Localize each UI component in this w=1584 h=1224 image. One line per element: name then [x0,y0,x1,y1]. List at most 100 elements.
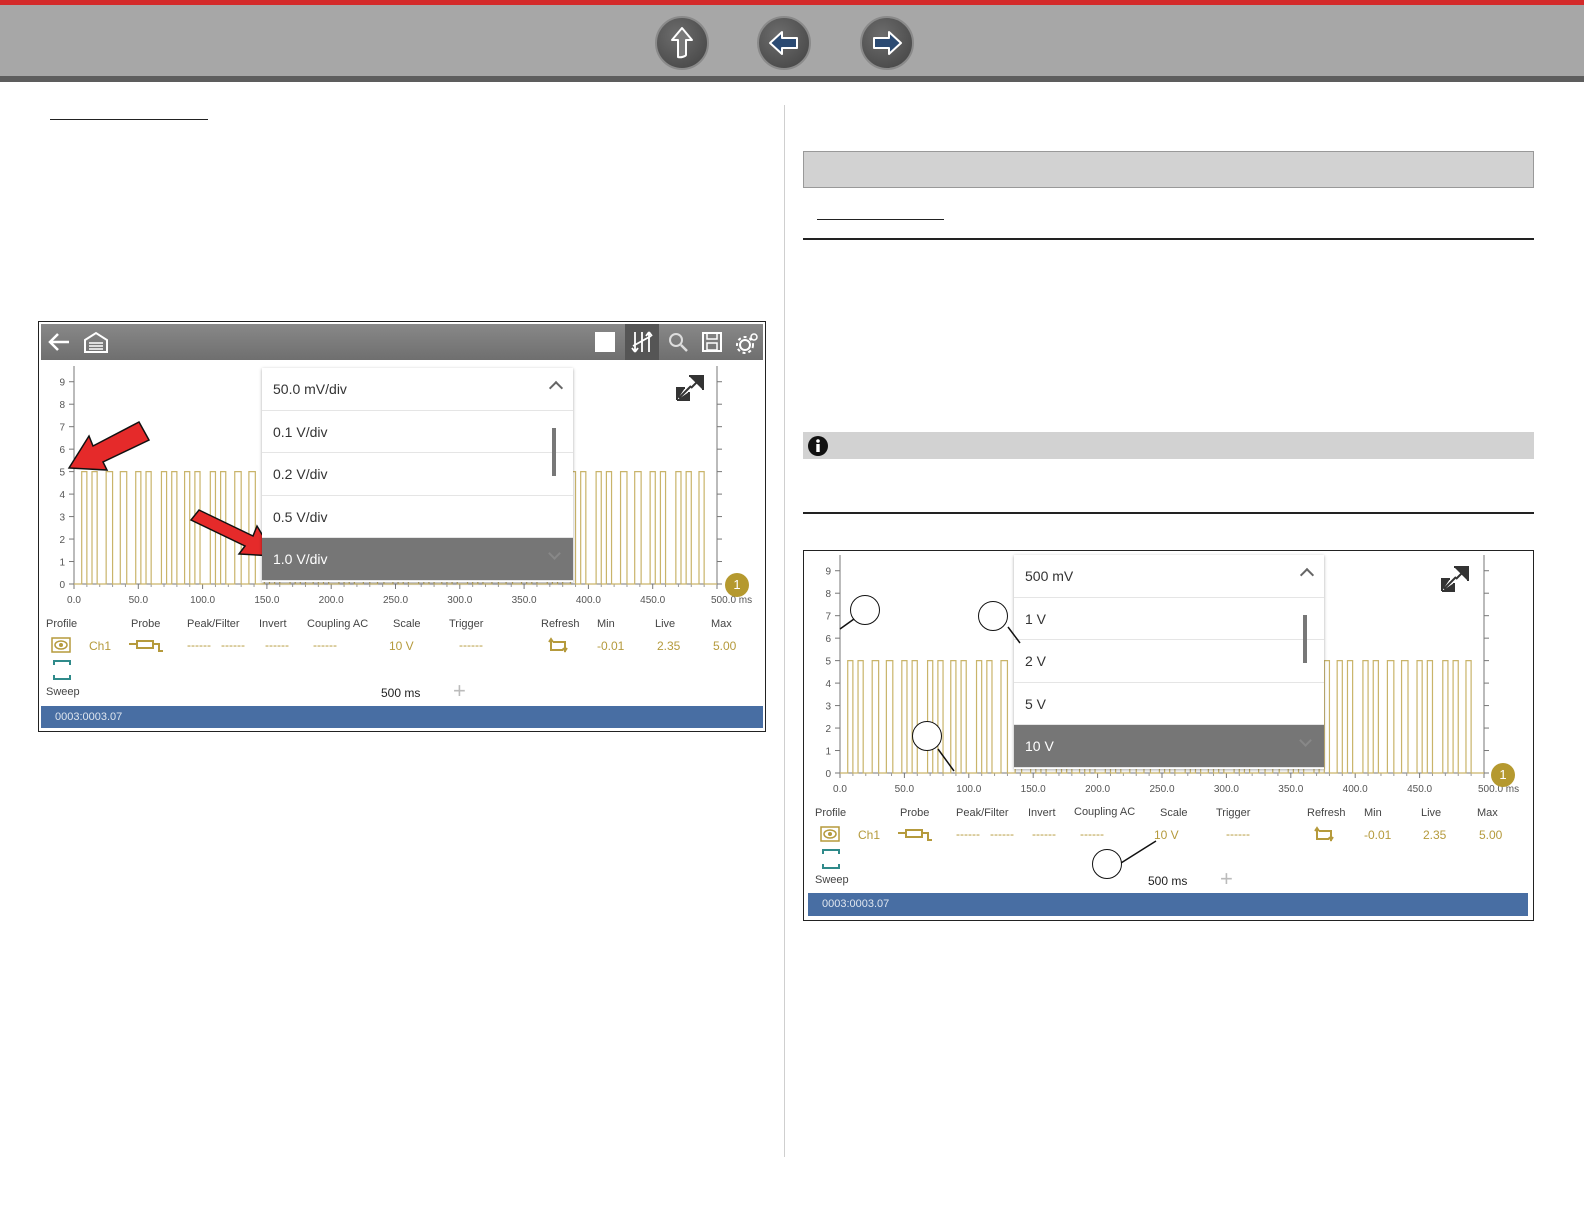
scale-value[interactable]: 10 V [389,639,414,653]
profile-label: Profile [815,807,847,819]
y-tick-label: 6 [59,445,65,456]
x-tick-label: 0.0 [67,595,81,606]
table-rule-bottom [803,512,1534,514]
back-arrow-icon[interactable] [757,16,811,70]
red-arrow-y-axis [67,420,151,471]
option-label: 0.5 V/div [273,508,328,525]
x-tick-label: 200.0 [319,595,344,606]
channel-label[interactable]: Ch1 [858,828,880,842]
invert-label: Invert [259,618,287,630]
dropdown-option[interactable]: 0.2 V/div [262,453,573,496]
trigger-marker-badge[interactable]: 1 [725,573,749,597]
top-nav-bar [0,0,1584,82]
sweep-value[interactable]: 500 ms [1148,874,1187,888]
min-value: -0.01 [1364,828,1392,842]
y-tick-label: 0 [59,580,65,591]
subsection-underline [817,219,944,220]
filter-value[interactable]: ------ [221,638,245,652]
forward-arrow-icon[interactable] [860,16,914,70]
max-label: Max [1477,807,1498,819]
trigger-label: Trigger [1216,807,1251,819]
garage-home-icon[interactable] [83,330,109,354]
y-tick-label: 8 [59,400,65,411]
x-tick-label: 350.0 [512,595,537,606]
note-bar [803,432,1534,459]
x-tick-label: 50.0 [129,595,149,606]
dropdown-option-selected[interactable]: 1.0 V/div [262,538,573,581]
y-tick-label: 4 [59,490,65,501]
peak-value[interactable]: ------ [956,827,980,841]
channel-label[interactable]: Ch1 [89,639,111,653]
coupling-value[interactable]: ------ [313,638,337,652]
left-scope-screenshot: 0 1 2 3 4 5 6 7 8 9 0.0 50.0 100.0 150.0 200.0 250.0 300… [38,321,766,732]
x-tick-label: 250.0 [383,595,408,606]
y-tick-label: 7 [59,423,65,434]
sweep-value[interactable]: 500 ms [381,686,420,700]
y-tick-label: 1 [59,558,65,569]
status-bar: 0003:0003.07 [41,706,763,728]
cursor-bracket-icon[interactable] [53,660,71,680]
eye-icon[interactable] [820,826,840,842]
peak-value[interactable]: ------ [187,638,211,652]
x-tick-label: 500.0 ms [711,595,752,606]
invert-value[interactable]: ------ [265,638,289,652]
max-value: 5.00 [1479,828,1503,842]
back-icon[interactable] [47,331,71,353]
scale-dropdown[interactable]: 50.0 mV/div 0.1 V/div 0.2 V/div 0.5 V/di… [262,368,573,582]
dropdown-header[interactable]: 50.0 mV/div [262,368,573,411]
x-tick-label: 400.0 [576,595,601,606]
eye-icon[interactable] [51,637,71,653]
dropdown-option[interactable]: 0.5 V/div [262,496,573,538]
option-label: 0.2 V/div [273,466,328,482]
status-bar: 0003:0003.07 [808,893,1528,916]
settings-gear-icon[interactable] [735,331,759,355]
dropdown-scrollbar[interactable] [552,428,556,476]
sweep-label: Sweep [815,874,849,886]
y-tick-label: 9 [59,378,65,389]
max-label: Max [711,618,732,630]
section-header-bar [803,151,1534,188]
stop-icon[interactable] [595,332,615,352]
live-value: 2.35 [1423,828,1447,842]
info-icon [808,436,828,456]
option-label: 1.0 V/div [273,551,328,567]
filter-value[interactable]: ------ [990,827,1014,841]
plus-icon[interactable]: + [1220,866,1233,892]
invert-value[interactable]: ------ [1032,827,1056,841]
min-label: Min [597,618,615,630]
coupling-label: Coupling AC [307,618,369,630]
scale-value[interactable]: 10 V [1154,828,1179,842]
dropdown-option[interactable]: 0.1 V/div [262,411,573,453]
x-tick-label: 450.0 [640,595,665,606]
coupling-value[interactable]: ------ [1080,827,1104,841]
profile-label: Profile [46,618,78,630]
y-tick-label: 2 [59,535,65,546]
trigger-value[interactable]: ------ [459,638,483,652]
cursor-bracket-icon[interactable] [822,849,840,869]
section-underline [50,119,208,120]
max-value: 5.00 [713,639,737,653]
probe-icon[interactable] [129,638,165,654]
trigger-value[interactable]: ------ [1226,827,1250,841]
chevron-up-icon[interactable] [548,380,564,396]
callout-circle-4 [1092,849,1122,879]
sweep-label: Sweep [46,686,80,698]
up-arrow-icon[interactable] [655,16,709,70]
live-label: Live [1421,807,1442,819]
option-label: 0.1 V/div [273,423,328,440]
split-screen-icon[interactable] [625,324,659,360]
expand-icon[interactable] [673,372,707,404]
refresh-icon[interactable] [548,637,568,655]
refresh-icon[interactable] [1314,826,1334,844]
callout-circle-3 [912,721,942,751]
invert-label: Invert [1028,807,1056,819]
scale-label: Scale [1160,807,1188,819]
chevron-down-icon[interactable] [548,547,561,560]
dropdown-header-label: 50.0 mV/div [273,381,347,397]
save-icon[interactable] [701,331,723,353]
plus-icon[interactable]: + [453,678,466,704]
zoom-icon[interactable] [667,331,689,353]
probe-icon[interactable] [898,827,934,843]
peak-filter-label: Peak/Filter [956,807,1009,819]
live-label: Live [655,618,676,630]
